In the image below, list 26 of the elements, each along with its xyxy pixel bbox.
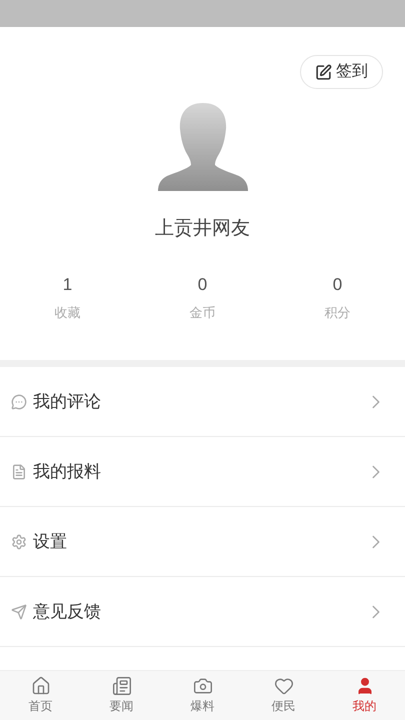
stat-value: 0	[332, 274, 342, 296]
menu-item[interactable]: 我的报料	[0, 437, 405, 507]
camera-icon	[192, 676, 212, 696]
menu-item[interactable]: 我的评论	[0, 367, 405, 437]
edit-icon	[315, 64, 332, 80]
nav-tab[interactable]: 要闻	[81, 671, 162, 720]
check-in-button[interactable]: 签到	[300, 55, 383, 89]
menu-item[interactable]: 设置	[0, 507, 405, 577]
gear-icon	[11, 534, 27, 550]
newspaper-icon	[112, 676, 132, 696]
stat-label: 收藏	[54, 304, 80, 322]
stat-label: 金币	[190, 304, 216, 322]
stat-value: 1	[62, 274, 72, 296]
document-icon	[11, 464, 27, 480]
nav-tab[interactable]: 我的	[324, 671, 405, 720]
stat-label: 积分	[324, 304, 350, 322]
menu-item[interactable]: 意见反馈	[0, 577, 405, 647]
stat-value: 0	[198, 274, 208, 296]
house-icon	[30, 676, 50, 696]
nav-tab[interactable]: 爆料	[162, 671, 243, 720]
heart-icon	[274, 676, 294, 696]
user-name: 上贡井网友	[154, 217, 251, 241]
nav-tab[interactable]: 便民	[243, 671, 324, 720]
chat-bubble-icon	[11, 394, 27, 410]
paper-plane-icon	[11, 604, 27, 620]
nav-tab[interactable]: 首页	[0, 671, 81, 720]
